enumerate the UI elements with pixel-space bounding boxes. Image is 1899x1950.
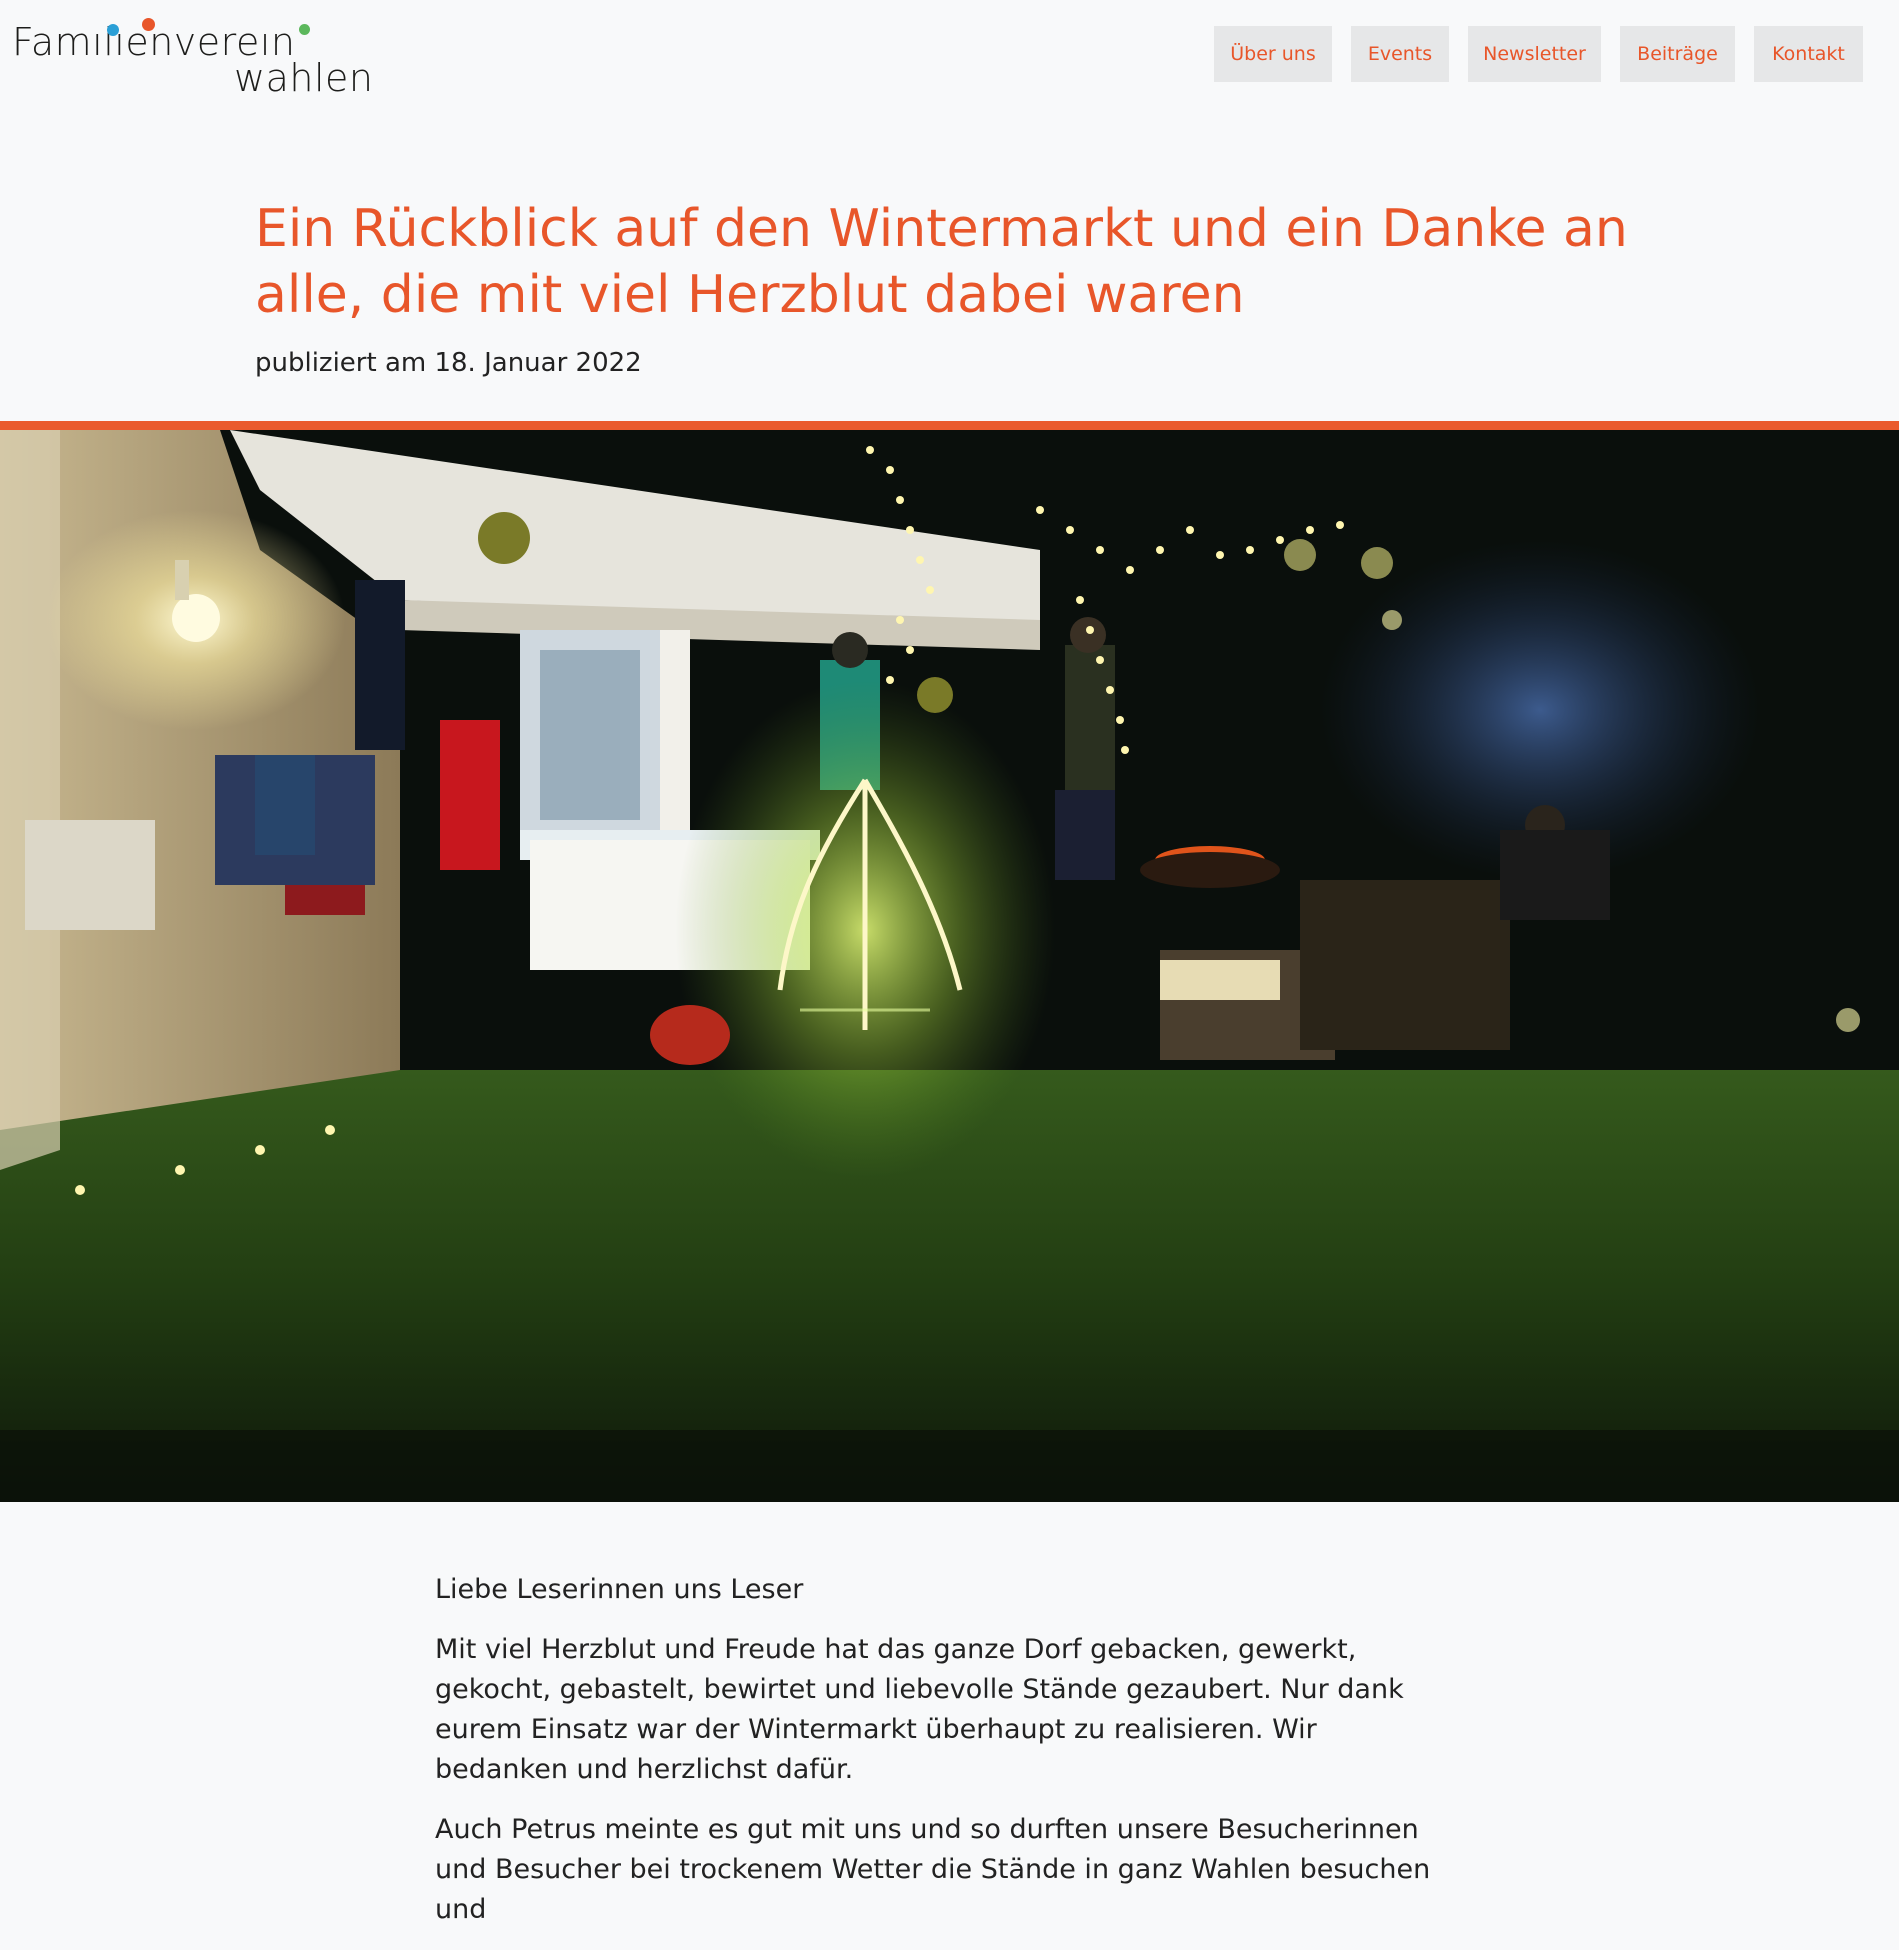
article-header: Ein Rückblick auf den Wintermarkt und ei… — [255, 196, 1655, 378]
logo-dot-orange — [142, 18, 155, 31]
site-header: Famılıenvereın wahlen Über uns Events Ne… — [0, 0, 1899, 110]
nav-item-beitraege[interactable]: Beiträge — [1620, 26, 1735, 82]
article-body: Liebe Leserinnen uns Leser Mit viel Herz… — [435, 1570, 1435, 1950]
logo-text-line2: wahlen — [234, 56, 374, 100]
article-paragraph: Liebe Leserinnen uns Leser — [435, 1574, 804, 1605]
article-paragraph: Auch Petrus meinte es gut mit uns und so… — [435, 1814, 1431, 1925]
nav-item-events[interactable]: Events — [1351, 26, 1449, 82]
logo-dot-green — [299, 24, 310, 35]
nav-item-ueber-uns[interactable]: Über uns — [1214, 26, 1332, 82]
hero-accent-border — [0, 421, 1899, 430]
nav-item-newsletter[interactable]: Newsletter — [1468, 26, 1601, 82]
article-title: Ein Rückblick auf den Wintermarkt und ei… — [255, 199, 1628, 325]
site-logo[interactable]: Famılıenvereın wahlen — [12, 18, 412, 100]
nav-item-kontakt[interactable]: Kontakt — [1754, 26, 1863, 82]
main-nav: Über uns Events Newsletter Beiträge Kont… — [1214, 26, 1863, 82]
article-paragraph: Mit viel Herzblut und Freude hat das gan… — [435, 1634, 1404, 1785]
publish-date: publiziert am 18. Januar 2022 — [255, 348, 642, 378]
hero-image — [0, 430, 1899, 1502]
logo-dot-blue — [107, 24, 119, 36]
